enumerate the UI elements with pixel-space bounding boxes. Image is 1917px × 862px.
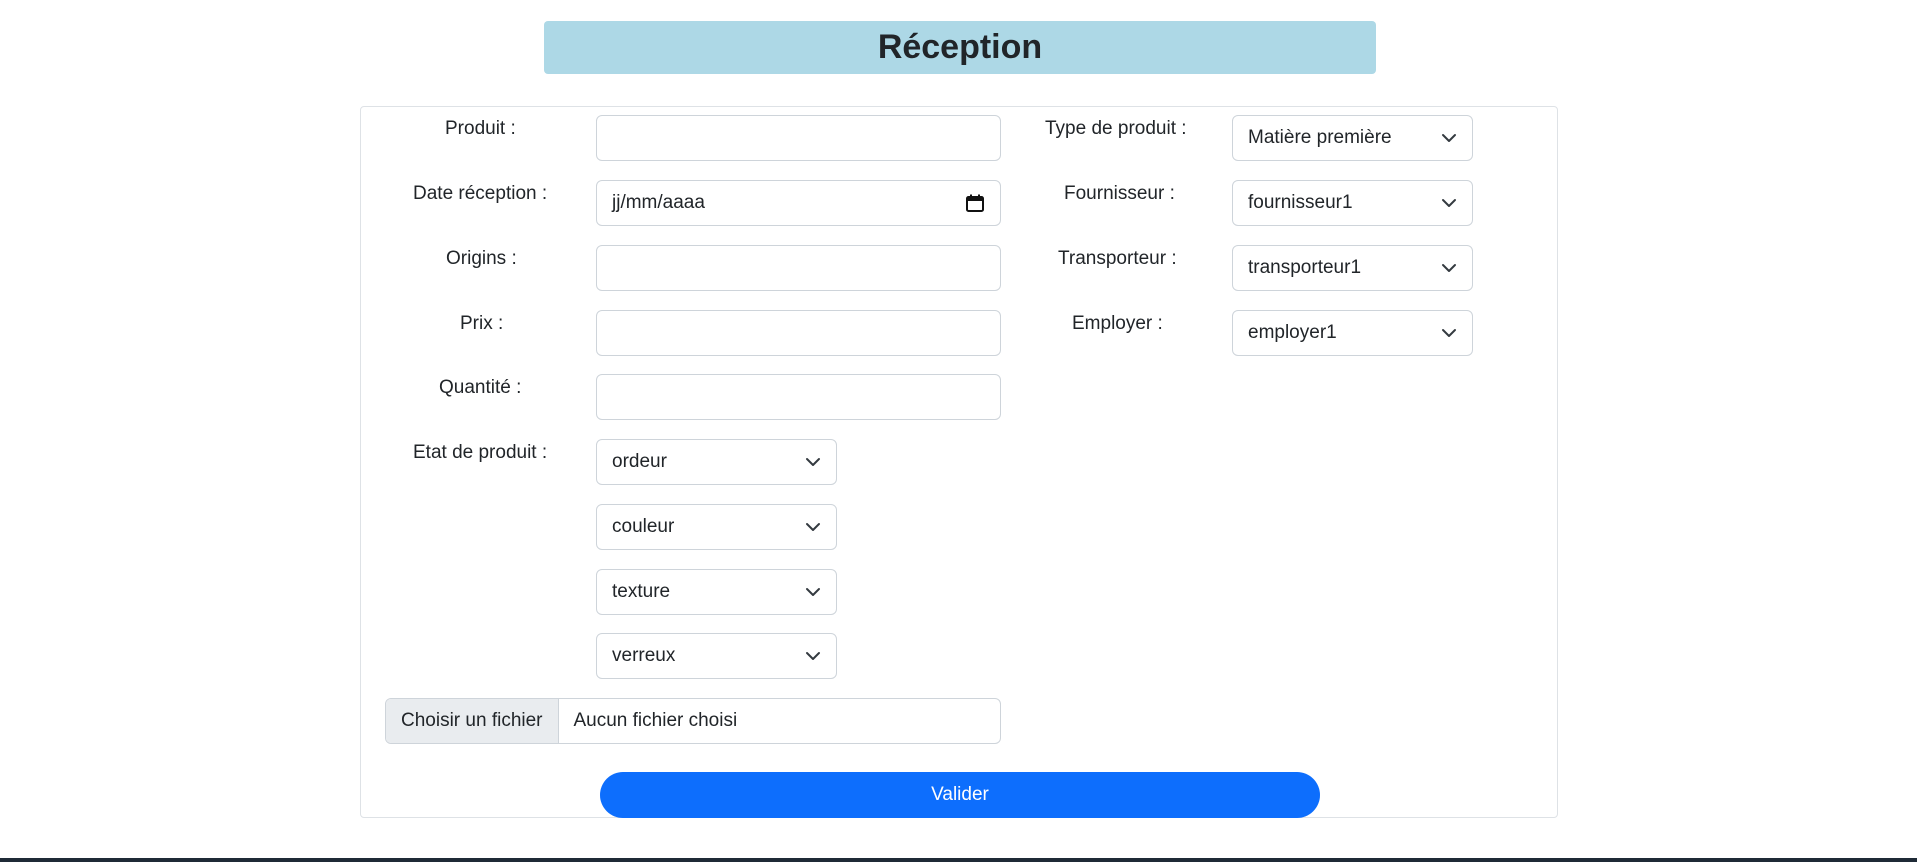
file-input[interactable]: Choisir un fichier Aucun fichier choisi — [385, 698, 1001, 744]
select-value: verreux — [612, 645, 676, 666]
type-produit-label: Type de produit : — [1045, 118, 1187, 139]
chevron-down-icon — [806, 588, 820, 596]
select-value: fournisseur1 — [1248, 192, 1353, 213]
type-produit-select[interactable]: Matière première — [1232, 115, 1473, 161]
chevron-down-icon — [1442, 329, 1456, 337]
select-value: Matière première — [1248, 127, 1392, 148]
transporteur-label: Transporteur : — [1058, 248, 1177, 269]
transporteur-select[interactable]: transporteur1 — [1232, 245, 1473, 291]
quantite-input[interactable] — [596, 374, 1001, 420]
produit-input[interactable] — [596, 115, 1001, 161]
etat-couleur-select[interactable]: couleur — [596, 504, 837, 550]
taskbar-edge — [0, 858, 1917, 862]
quantite-label: Quantité : — [439, 377, 522, 398]
prix-input[interactable] — [596, 310, 1001, 356]
prix-label: Prix : — [460, 313, 504, 334]
chevron-down-icon — [1442, 134, 1456, 142]
etat-verreux-select[interactable]: verreux — [596, 633, 837, 679]
produit-label: Produit : — [445, 118, 516, 139]
etat-produit-label: Etat de produit : — [413, 442, 548, 463]
date-reception-label: Date réception : — [413, 183, 548, 204]
valider-button[interactable]: Valider — [600, 772, 1320, 818]
page-title: Réception — [544, 21, 1376, 74]
calendar-icon[interactable] — [965, 193, 985, 213]
origins-label: Origins : — [446, 248, 517, 269]
chevron-down-icon — [806, 458, 820, 466]
employer-label: Employer : — [1072, 313, 1163, 334]
employer-select[interactable]: employer1 — [1232, 310, 1473, 356]
chevron-down-icon — [1442, 199, 1456, 207]
select-value: employer1 — [1248, 322, 1337, 343]
select-value: couleur — [612, 516, 675, 537]
fournisseur-label: Fournisseur : — [1064, 183, 1175, 204]
select-value: texture — [612, 581, 671, 602]
reception-page: Réception Produit : Date réception : Ori… — [0, 0, 1917, 862]
chevron-down-icon — [1442, 264, 1456, 272]
etat-texture-select[interactable]: texture — [596, 569, 837, 615]
select-value: transporteur1 — [1248, 257, 1362, 278]
chevron-down-icon — [806, 652, 820, 660]
select-value: ordeur — [612, 451, 667, 472]
file-status: Aucun fichier choisi — [573, 710, 738, 731]
etat-odeur-select[interactable]: ordeur — [596, 439, 837, 485]
chevron-down-icon — [806, 523, 820, 531]
origins-input[interactable] — [596, 245, 1001, 291]
choose-file-button[interactable]: Choisir un fichier — [386, 699, 559, 743]
fournisseur-select[interactable]: fournisseur1 — [1232, 180, 1473, 226]
date-reception-input[interactable]: jj/mm/aaaa — [596, 180, 1001, 226]
date-reception-placeholder: jj/mm/aaaa — [612, 192, 705, 213]
